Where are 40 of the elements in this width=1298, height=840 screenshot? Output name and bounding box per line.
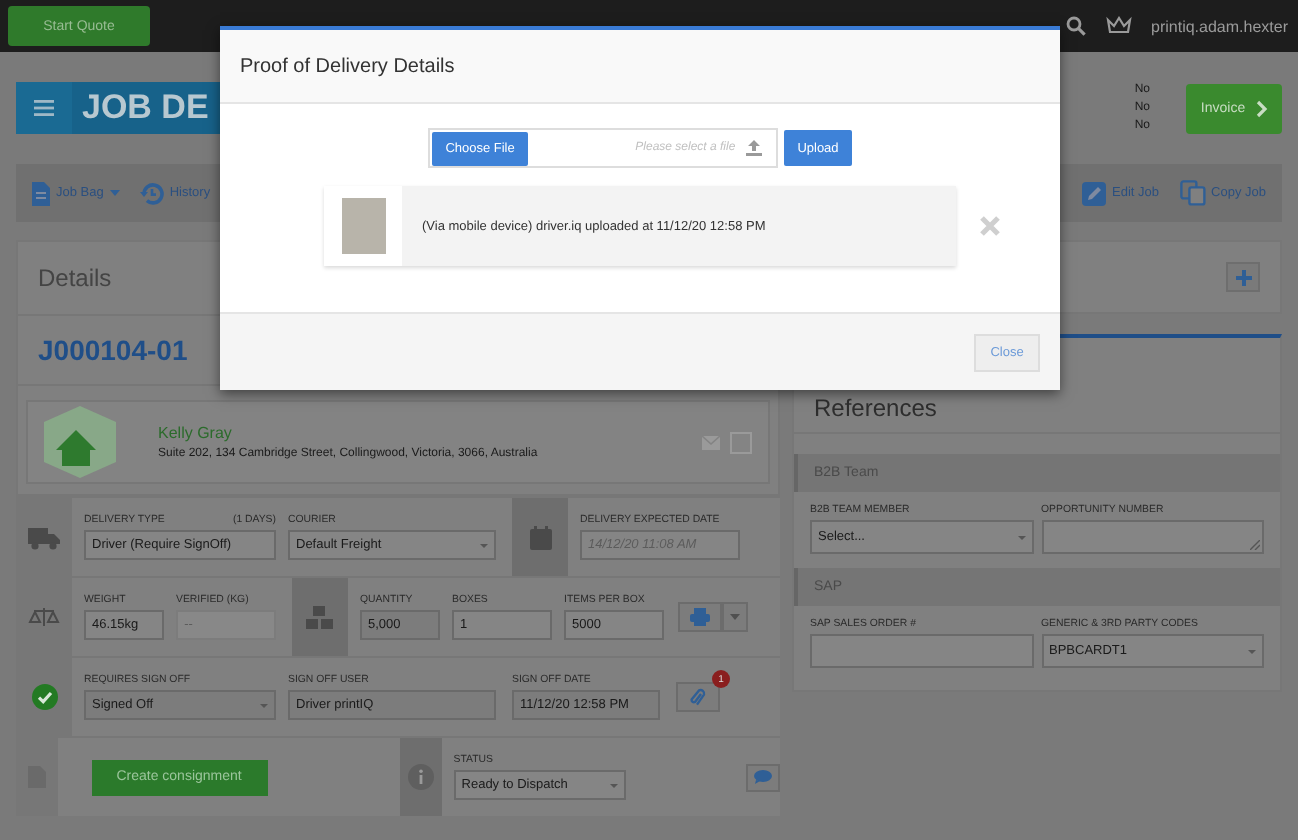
caret-icon [730,614,740,620]
scale-icon [28,607,60,627]
pencil-icon [1082,181,1107,205]
dialog-title: Proof of Delivery Details [240,55,455,77]
plus-icon [1235,269,1251,285]
input-field[interactable] [810,634,1033,668]
print-options-button[interactable] [722,602,748,632]
info-icon [408,764,434,790]
caret-icon [109,190,120,196]
paperclip-icon [690,687,706,707]
document-icon [32,181,50,205]
printer-icon [690,608,710,626]
attachments-button[interactable] [676,682,720,712]
references-heading: References [814,394,937,422]
truck-icon [28,525,60,549]
caret-icon [610,783,619,787]
comment-button[interactable] [746,763,780,791]
chevron-right-icon [1255,99,1268,117]
caret-icon [1248,649,1256,653]
menu-icon[interactable] [34,100,54,116]
close-icon[interactable] [980,216,1000,236]
crown-icon [1105,16,1132,36]
text-area[interactable] [1041,520,1264,554]
upload-icon [745,140,762,156]
user-name[interactable]: printiq.adam.hexter [1151,17,1288,35]
add-button[interactable] [1226,262,1260,292]
calendar-icon [529,525,551,549]
details-heading: Details [38,264,112,292]
caret-icon [260,703,268,707]
print-button[interactable] [678,602,722,632]
document-thumbnail [341,198,385,254]
customer-name: Kelly Gray [158,424,234,442]
copy-icon [1179,180,1206,206]
boxes-icon [306,605,334,629]
caret-icon [480,543,488,547]
speech-bubble-icon [754,770,773,784]
history-icon [139,181,164,205]
resize-grip-icon [1250,540,1260,550]
caret-icon [1017,535,1025,539]
search-icon[interactable] [1065,16,1086,36]
